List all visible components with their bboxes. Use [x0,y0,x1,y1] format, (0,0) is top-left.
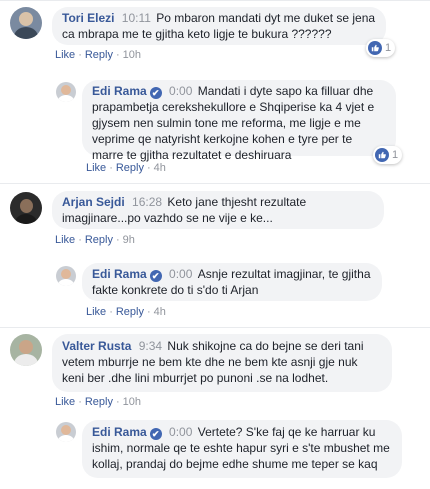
comment-bubble: Arjan Sejdi 16:28 Keto jane thjesht rezu… [52,191,384,229]
comment-author[interactable]: Tori Elezi [62,11,114,25]
verified-badge-icon: ✔ [149,270,162,282]
avatar[interactable] [10,7,42,39]
comment-bubble: Edi Rama ✔ 0:00 Mandati i dyte sapo ka fi… [82,80,396,162]
avatar[interactable] [56,422,76,442]
comment-age[interactable]: 10h [123,396,141,408]
comment-actions: Like · Reply · 10h [55,49,142,61]
comment-age[interactable]: 4h [154,306,166,318]
comment-actions: Like · Reply · 4h [86,162,166,174]
comment-time[interactable]: 0:00 [169,267,192,281]
comment-actions: Like · Reply · 4h [86,306,166,318]
comment-time[interactable]: 16:28 [132,195,162,209]
comment-author[interactable]: Edi Rama [92,425,147,439]
reply-link[interactable]: Reply [85,396,113,408]
reply-link[interactable]: Reply [116,306,144,318]
comment-bubble: Edi Rama ✔ 0:00 Asnje rezultat imagjinar,… [82,263,382,301]
avatar[interactable] [10,192,42,224]
comment-age[interactable]: 9h [123,234,135,246]
like-link[interactable]: Like [55,234,75,246]
reaction-count: 1 [385,42,392,54]
like-link[interactable]: Like [86,306,106,318]
comment-author[interactable]: Edi Rama [92,267,147,281]
reaction-badge[interactable]: 1 [373,146,403,164]
avatar[interactable] [56,266,76,286]
comment-age[interactable]: 4h [154,162,166,174]
comment-time[interactable]: 0:00 [169,425,192,439]
avatar[interactable] [56,82,76,102]
comment-bubble: Tori Elezi 10:11 Po mbaron mandati dyt m… [52,7,386,45]
comment-bubble: Edi Rama ✔ 0:00 Vertete? S'ke faj qe ke h… [82,420,402,478]
comment-time[interactable]: 9:34 [139,339,162,353]
comment-time[interactable]: 0:00 [169,84,192,98]
reaction-badge[interactable]: 1 [366,39,396,57]
comment-time[interactable]: 10:11 [122,11,151,25]
comment-actions: Like · Reply · 9h [55,234,135,246]
reply-link[interactable]: Reply [116,162,144,174]
verified-badge-icon: ✔ [149,428,162,440]
like-link[interactable]: Like [55,396,75,408]
comment-author[interactable]: Arjan Sejdi [62,195,125,209]
like-link[interactable]: Like [55,49,75,61]
comment-age[interactable]: 10h [123,49,141,61]
thumbs-up-icon [368,41,382,55]
comment-author[interactable]: Edi Rama [92,84,147,98]
thumbs-up-icon [375,148,389,162]
reply-link[interactable]: Reply [85,234,113,246]
verified-badge-icon: ✔ [149,87,162,99]
avatar[interactable] [10,334,42,366]
reaction-count: 1 [392,149,399,161]
reply-link[interactable]: Reply [85,49,113,61]
comment-actions: Like · Reply · 10h [55,396,142,408]
like-link[interactable]: Like [86,162,106,174]
comment-bubble: Valter Rusta 9:34 Nuk shikojne ca do bej… [52,334,392,392]
comment-author[interactable]: Valter Rusta [62,339,131,353]
